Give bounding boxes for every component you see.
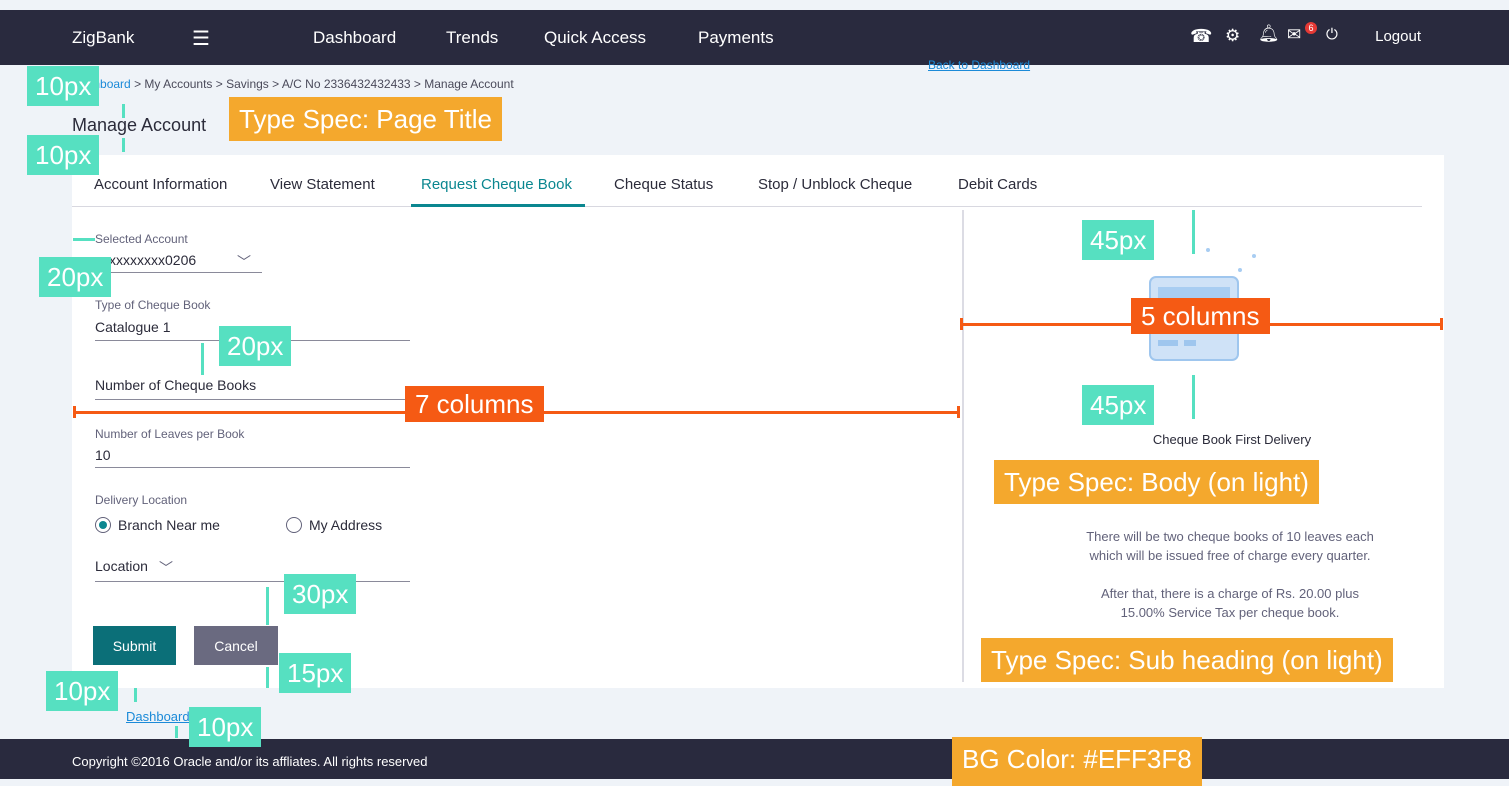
tab-view-statement[interactable]: View Statement <box>270 176 375 193</box>
nav-trends[interactable]: Trends <box>446 28 498 48</box>
grid-measure-tick <box>960 318 963 330</box>
right-panel-para2-line2: 15.00% Service Tax per cheque book. <box>1120 605 1340 620</box>
footer-copyright: Copyright ©2016 Oracle and/or its afflia… <box>72 754 428 769</box>
spacing-marker <box>122 138 125 152</box>
leaves-underline <box>95 467 410 468</box>
selected-account-label: Selected Account <box>95 232 188 246</box>
spacing-marker <box>122 104 125 118</box>
tab-account-information[interactable]: Account Information <box>94 176 227 193</box>
right-panel-para1-line1: There will be two cheque books of 10 lea… <box>1086 529 1374 544</box>
tab-request-cheque-book[interactable]: Request Cheque Book <box>421 176 572 193</box>
active-tab-indicator <box>411 204 585 207</box>
brand-logo[interactable]: ZigBank <box>72 28 134 48</box>
location-underline <box>95 581 410 582</box>
tab-stop-unblock-cheque[interactable]: Stop / Unblock Cheque <box>758 176 912 193</box>
nav-payments[interactable]: Payments <box>698 28 774 48</box>
phone-icon[interactable]: ☎ <box>1190 26 1212 47</box>
type-spec-annotation: Type Spec: Page Title <box>229 97 502 141</box>
leaves-per-book-value[interactable]: 10 <box>95 447 111 463</box>
num-cheque-books-underline <box>95 399 410 400</box>
spacing-annotation: 10px <box>27 66 100 106</box>
spacing-marker <box>266 587 269 625</box>
grid-measure-tick <box>1440 318 1443 330</box>
spacing-annotation: 45px <box>1082 220 1155 260</box>
grid-annotation: 5 columns <box>1131 298 1270 334</box>
spacing-marker <box>134 688 137 702</box>
location-select[interactable]: Location <box>95 558 148 574</box>
radio-my-address-label[interactable]: My Address <box>309 517 382 533</box>
right-panel-para2-line1: After that, there is a charge of Rs. 20.… <box>1101 586 1359 601</box>
spacing-marker <box>201 343 204 375</box>
leaves-per-book-label: Number of Leaves per Book <box>95 427 245 441</box>
selected-account-underline <box>95 272 262 273</box>
power-icon[interactable]: ⏻ <box>1326 26 1338 43</box>
spacing-annotation: 15px <box>279 653 352 693</box>
breadcrumb: Dashboard > My Accounts > Savings > A/C … <box>72 77 514 91</box>
cancel-button[interactable]: Cancel <box>194 626 278 665</box>
nav-quick-access[interactable]: Quick Access <box>544 28 646 48</box>
gear-icon[interactable]: ⚙ <box>1225 26 1240 46</box>
spacing-annotation: 10px <box>27 135 100 175</box>
spacing-annotation: 20px <box>219 326 292 366</box>
spacing-marker <box>266 667 269 688</box>
type-spec-annotation: Type Spec: Body (on light) <box>994 460 1319 504</box>
page-title: Manage Account <box>72 115 207 135</box>
spacing-marker <box>73 238 95 241</box>
radio-my-address[interactable] <box>286 517 302 533</box>
num-cheque-books-input[interactable]: Number of Cheque Books <box>95 377 256 393</box>
spacing-annotation: 10px <box>46 671 119 711</box>
spacing-annotation: 10px <box>189 707 262 747</box>
tab-cheque-status[interactable]: Cheque Status <box>614 176 713 193</box>
mail-icon[interactable]: ✉ <box>1287 25 1301 45</box>
logout-link[interactable]: Logout <box>1375 28 1421 45</box>
delivery-location-label: Delivery Location <box>95 493 188 507</box>
grid-measure-tick <box>957 406 960 418</box>
grid-annotation: 7 columns <box>405 386 544 422</box>
cheque-book-type-select[interactable]: Catalogue 1 <box>95 319 171 335</box>
top-navbar: ZigBank ☰ Dashboard Trends Quick Access … <box>0 10 1509 65</box>
grid-measure-tick <box>73 406 76 418</box>
tab-debit-cards[interactable]: Debit Cards <box>958 176 1037 193</box>
radio-branch-label[interactable]: Branch Near me <box>118 517 220 533</box>
bell-icon[interactable]: 🔔︎ <box>1258 24 1280 44</box>
type-spec-annotation: Type Spec: Sub heading (on light) <box>981 638 1393 682</box>
spacing-marker <box>1192 210 1195 254</box>
breadcrumb-trail: > My Accounts > Savings > A/C No 2336432… <box>134 77 514 91</box>
submit-button[interactable]: Submit <box>93 626 176 665</box>
back-to-dashboard-top[interactable]: Back to Dashboard <box>928 58 1030 72</box>
hamburger-icon[interactable]: ☰ <box>192 26 210 51</box>
chevron-down-icon[interactable]: ﹀ <box>237 252 251 272</box>
spacing-annotation: 20px <box>39 257 112 297</box>
right-panel-title: Cheque Book First Delivery <box>1152 432 1312 447</box>
cheque-book-type-label: Type of Cheque Book <box>95 298 211 312</box>
spacing-marker <box>175 726 178 738</box>
spacing-annotation: 45px <box>1082 385 1155 425</box>
right-panel-para1-line2: which will be issued free of charge ever… <box>1089 548 1371 563</box>
nav-dashboard[interactable]: Dashboard <box>313 28 396 48</box>
radio-branch[interactable] <box>95 517 111 533</box>
notification-badge: 6 <box>1305 22 1317 34</box>
spacing-annotation: 30px <box>284 574 357 614</box>
chevron-down-icon[interactable]: ﹀ <box>159 558 173 578</box>
back-to-dashboard-bottom[interactable]: Dashboard <box>126 709 190 724</box>
spacing-marker <box>1192 375 1195 419</box>
tab-bar: Account Information View Statement Reque… <box>72 168 1422 207</box>
